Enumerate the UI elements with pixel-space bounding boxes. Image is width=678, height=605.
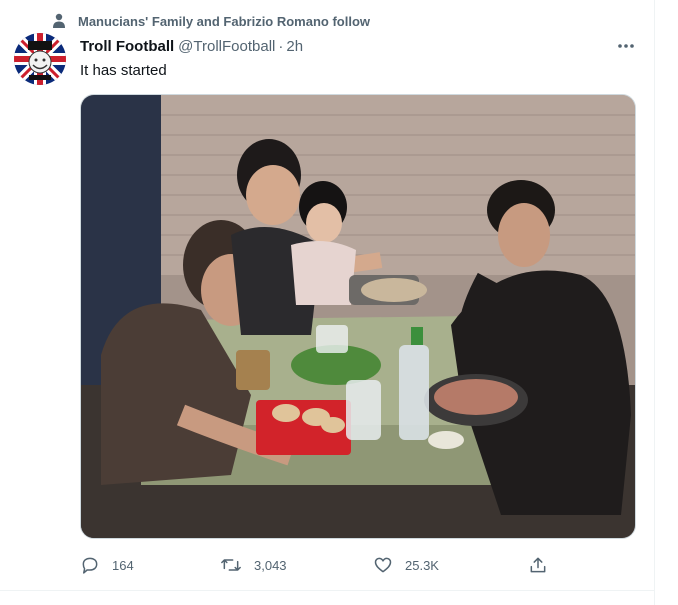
retweet-button[interactable]: 3,043 — [220, 555, 287, 575]
tweet-text: It has started — [80, 62, 167, 79]
display-name[interactable]: Troll Football — [80, 38, 174, 55]
like-count: 25.3K — [405, 557, 439, 573]
share-icon — [530, 557, 546, 573]
more-dots-icon — [618, 44, 634, 48]
tweet-photo[interactable] — [80, 94, 636, 539]
user-handle[interactable]: @TrollFootball — [178, 38, 275, 55]
heart-icon — [374, 557, 392, 573]
person-icon — [53, 13, 65, 28]
retweet-count: 3,043 — [254, 557, 287, 573]
social-context[interactable]: Manucians' Family and Fabrizio Romano fo… — [52, 13, 370, 29]
avatar[interactable] — [14, 33, 66, 85]
column-border-right — [654, 0, 655, 605]
tweet-header: Troll Football @TrollFootball · 2h — [80, 38, 303, 55]
social-context-text: Manucians' Family and Fabrizio Romano fo… — [78, 13, 371, 29]
reply-icon — [82, 557, 98, 574]
tweet-actions: 164 3,043 25.3K — [80, 555, 550, 577]
reply-count: 164 — [112, 557, 134, 573]
share-button[interactable] — [528, 555, 560, 575]
header-separator: · — [278, 38, 284, 55]
tweet-timestamp[interactable]: 2h — [286, 38, 303, 55]
like-button[interactable]: 25.3K — [373, 555, 439, 575]
reply-button[interactable]: 164 — [80, 555, 134, 575]
more-button[interactable] — [614, 36, 638, 56]
tweet-divider — [0, 590, 655, 591]
retweet-icon — [221, 559, 241, 571]
